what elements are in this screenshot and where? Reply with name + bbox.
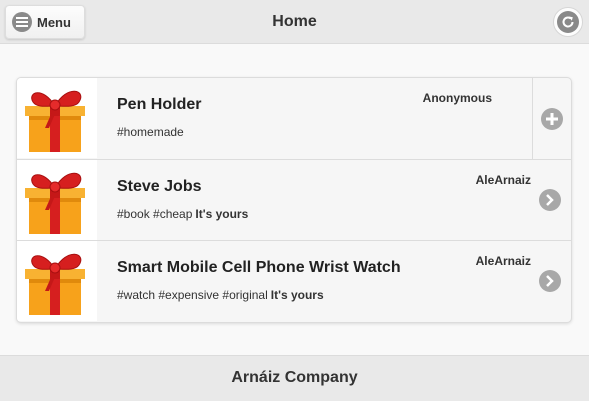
- item-tags-text: #watch #expensive #original: [117, 288, 268, 302]
- list-item[interactable]: Smart Mobile Cell Phone Wrist Watch #wat…: [17, 240, 571, 321]
- item-title: Smart Mobile Cell Phone Wrist Watch: [117, 259, 401, 276]
- item-owner: Anonymous: [422, 91, 492, 105]
- item-tags: #watch #expensive #original It's yours: [117, 288, 324, 302]
- menu-button[interactable]: Menu: [5, 5, 85, 39]
- item-tags: #book #cheap It's yours: [117, 207, 248, 221]
- list-item[interactable]: Steve Jobs #book #cheap It's yours AleArn…: [17, 159, 571, 240]
- plus-icon: [541, 107, 563, 130]
- list-item[interactable]: Pen Holder #homemade Anonymous: [17, 78, 571, 159]
- chevron-right-icon: [539, 189, 561, 211]
- item-tags: #homemade: [117, 125, 187, 139]
- page-title: Home: [272, 13, 317, 30]
- hamburger-icon: [12, 12, 32, 32]
- gift-icon: [17, 160, 97, 240]
- item-owner: AleArnaiz: [475, 173, 531, 187]
- footer-text: Arnáiz Company: [231, 369, 358, 386]
- chevron-right-icon: [539, 270, 561, 292]
- item-title: Pen Holder: [117, 96, 202, 113]
- refresh-button[interactable]: [553, 7, 583, 37]
- item-list: Pen Holder #homemade Anonymous Steve Job…: [16, 77, 572, 323]
- item-tags-text: #book #cheap: [117, 207, 193, 221]
- header-bar: Home Menu: [0, 0, 589, 44]
- item-tags-text: #homemade: [117, 125, 184, 139]
- gift-icon: [17, 78, 97, 158]
- add-button[interactable]: [532, 78, 571, 159]
- menu-label: Menu: [37, 14, 71, 30]
- gift-icon: [17, 241, 97, 321]
- footer-bar: Arnáiz Company: [0, 355, 589, 401]
- item-owner: AleArnaiz: [475, 254, 531, 268]
- item-status: It's yours: [195, 207, 249, 221]
- refresh-icon: [557, 11, 579, 33]
- item-status: It's yours: [270, 288, 324, 302]
- item-title: Steve Jobs: [117, 178, 202, 195]
